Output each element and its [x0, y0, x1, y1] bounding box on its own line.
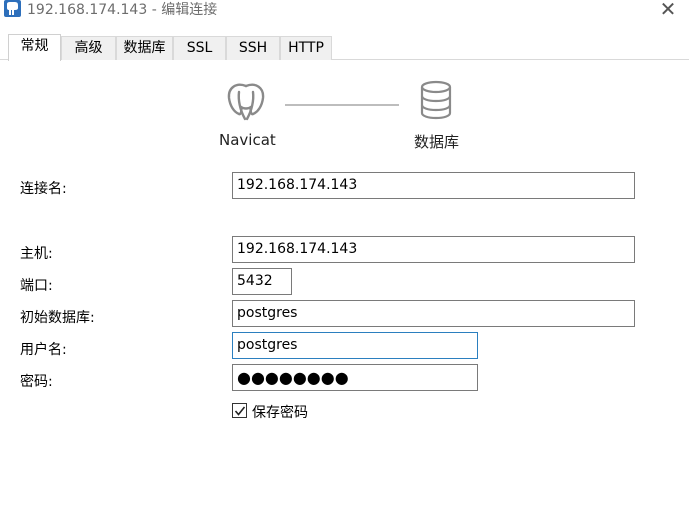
tab-database[interactable]: 数据库	[116, 36, 173, 60]
host-input[interactable]: 192.168.174.143	[232, 236, 635, 263]
save-password-label[interactable]: 保存密码	[252, 402, 308, 422]
app-icon	[4, 0, 21, 17]
window-title: 192.168.174.143 - 编辑连接	[27, 2, 218, 18]
postgresql-elephant-icon	[224, 80, 268, 126]
tab-general[interactable]: 常规	[8, 34, 61, 61]
host-label: 主机:	[20, 246, 53, 262]
close-button[interactable]: ✕	[656, 0, 680, 19]
title-bar: 192.168.174.143 - 编辑连接 ✕	[0, 0, 689, 26]
port-label: 端口:	[20, 278, 53, 294]
target-label: 数据库	[414, 133, 460, 151]
password-input[interactable]: ●●●●●●●●	[232, 364, 478, 391]
password-label: 密码:	[20, 374, 53, 390]
username-input[interactable]: postgres	[232, 332, 478, 359]
source-label: Navicat	[219, 131, 276, 149]
database-icon	[419, 80, 453, 124]
port-input[interactable]: 5432	[232, 268, 292, 295]
initial-database-input[interactable]: postgres	[232, 300, 635, 327]
tab-ssh[interactable]: SSH	[226, 36, 280, 60]
connection-name-label: 连接名:	[20, 181, 67, 197]
tab-http[interactable]: HTTP	[280, 36, 332, 60]
connection-line	[285, 104, 399, 106]
connection-name-input[interactable]: 192.168.174.143	[232, 172, 635, 199]
initial-database-label: 初始数据库:	[20, 310, 95, 326]
checkmark-icon	[234, 406, 246, 416]
username-label: 用户名:	[20, 342, 67, 358]
tab-ssl[interactable]: SSL	[173, 36, 226, 60]
tab-bar: 常规 高级 数据库 SSL SSH HTTP	[0, 34, 689, 61]
tab-advanced[interactable]: 高级	[61, 36, 116, 60]
save-password-checkbox[interactable]	[232, 403, 247, 418]
